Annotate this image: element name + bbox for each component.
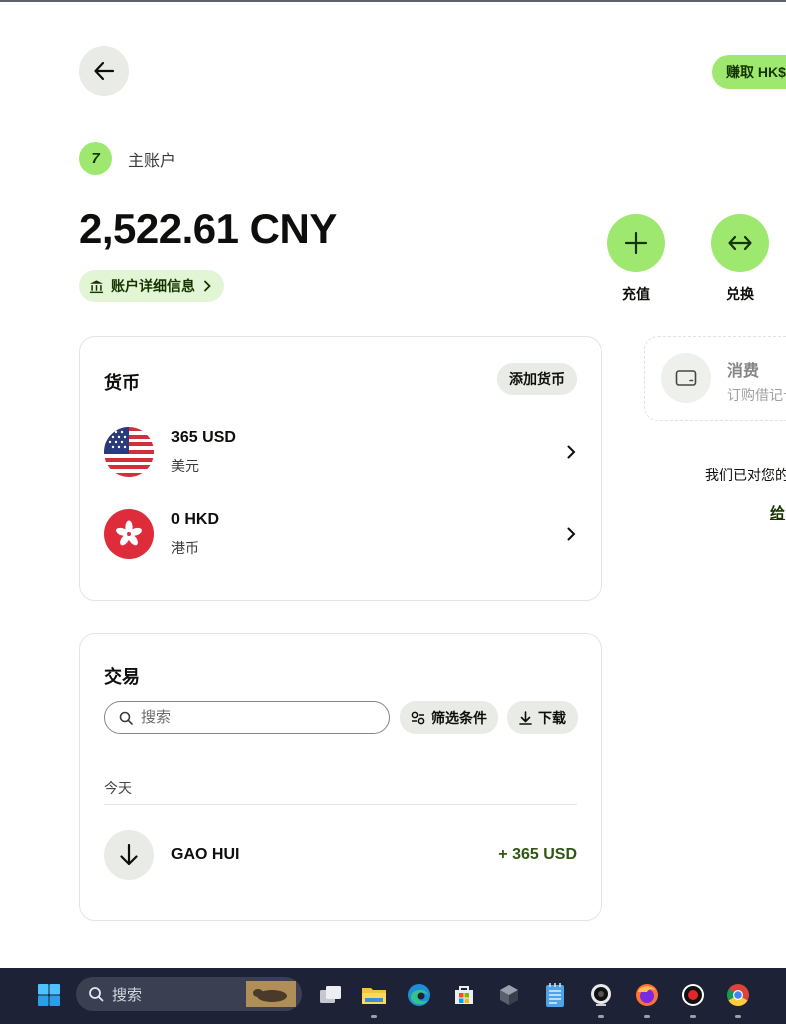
currencies-title: 货币 xyxy=(104,373,140,393)
currency-row-usd[interactable]: 365 USD 美元 xyxy=(104,424,577,480)
date-divider xyxy=(104,804,577,805)
search-icon xyxy=(89,987,104,1002)
currency-name: 美元 xyxy=(171,457,199,474)
cube-app-icon xyxy=(500,985,518,1005)
task-view-icon xyxy=(320,986,341,1003)
notice-link[interactable]: 给 xyxy=(770,502,786,523)
webcam-icon xyxy=(591,984,611,1006)
download-label: 下载 xyxy=(538,709,566,726)
account-header: 7 主账户 xyxy=(79,142,176,175)
add-money-label: 充值 xyxy=(622,286,650,302)
recorder-button[interactable] xyxy=(676,978,710,1018)
filter-icon xyxy=(411,711,425,724)
exchange-icon xyxy=(728,235,752,251)
start-button[interactable] xyxy=(32,978,66,1012)
transaction-name: GAO HUI xyxy=(171,846,240,863)
store-icon xyxy=(455,986,473,1004)
plus-icon xyxy=(624,231,648,255)
spend-card[interactable]: 消费 订购借记卡 xyxy=(644,336,786,421)
currency-row-hkd[interactable]: 0 HKD 港币 xyxy=(104,506,577,562)
notepad-button[interactable] xyxy=(538,978,572,1012)
transaction-search-input[interactable] xyxy=(141,709,361,726)
convert-label: 兑换 xyxy=(726,286,754,302)
currency-amount: 365 USD xyxy=(171,428,236,446)
window-top-border xyxy=(0,0,786,2)
account-details-label: 账户详细信息 xyxy=(111,278,195,294)
windows-logo-icon xyxy=(38,984,60,1006)
camera-app-button[interactable] xyxy=(584,978,618,1018)
incoming-transfer-avatar xyxy=(104,830,154,880)
transaction-amount: + 365 USD xyxy=(498,846,577,863)
arrow-left-icon xyxy=(94,61,115,81)
account-label: 主账户 xyxy=(128,152,177,170)
bank-icon xyxy=(89,279,104,293)
search-icon xyxy=(119,711,133,725)
account-details-button[interactable]: 账户详细信息 xyxy=(79,270,224,302)
chevron-right-icon xyxy=(567,527,576,541)
download-button[interactable]: 下载 xyxy=(507,701,578,734)
us-flag-icon xyxy=(104,427,154,477)
firefox-icon xyxy=(636,984,658,1006)
app-button-3d[interactable] xyxy=(492,978,526,1012)
transaction-search[interactable] xyxy=(104,701,390,734)
transactions-card: 交易 筛选条件 下载 今天 GAO HUI + 365 USD xyxy=(79,633,602,921)
convert-action[interactable]: 兑换 xyxy=(710,214,770,304)
firefox-button[interactable] xyxy=(630,978,664,1018)
account-balance: 2,522.61 CNY xyxy=(79,205,337,252)
filter-button[interactable]: 筛选条件 xyxy=(400,701,498,734)
file-explorer-button[interactable] xyxy=(357,978,391,1018)
transactions-title: 交易 xyxy=(104,667,140,687)
spend-subtitle: 订购借记卡 xyxy=(727,387,786,403)
running-indicator xyxy=(690,1015,696,1018)
notepad-icon xyxy=(546,983,564,1007)
hk-flag-icon xyxy=(104,509,154,559)
wise-logo-icon: 7 xyxy=(79,142,112,175)
back-button[interactable] xyxy=(79,46,129,96)
date-group-label: 今天 xyxy=(104,780,132,796)
running-indicator xyxy=(735,1015,741,1018)
transaction-row[interactable]: GAO HUI + 365 USD xyxy=(104,827,577,883)
currency-amount: 0 HKD xyxy=(171,510,220,528)
card-icon xyxy=(661,353,711,403)
edge-button[interactable] xyxy=(402,978,436,1012)
currencies-card: 货币 添加货币 365 USD 美元 0 HKD 港币 xyxy=(79,336,602,601)
add-money-action[interactable]: 充值 xyxy=(606,214,666,304)
add-money-button[interactable] xyxy=(607,214,665,272)
download-icon xyxy=(519,710,532,725)
chevron-right-icon xyxy=(204,280,211,292)
chrome-button[interactable] xyxy=(721,978,755,1018)
chevron-right-icon xyxy=(567,445,576,459)
folder-icon xyxy=(362,988,386,1004)
filter-label: 筛选条件 xyxy=(431,709,487,726)
running-indicator xyxy=(371,1015,377,1018)
store-button[interactable] xyxy=(447,978,481,1012)
currency-name: 港币 xyxy=(171,539,199,556)
earn-button[interactable]: 赚取 HK$ xyxy=(712,55,786,89)
spend-title: 消费 xyxy=(727,363,760,380)
add-currency-button[interactable]: 添加货币 xyxy=(497,363,577,395)
record-icon xyxy=(682,984,704,1006)
convert-button[interactable] xyxy=(711,214,769,272)
edge-browser-icon xyxy=(408,984,430,1006)
running-indicator xyxy=(644,1015,650,1018)
taskbar-search-placeholder: 搜索 xyxy=(112,986,143,1004)
task-view-button[interactable] xyxy=(314,978,348,1012)
running-indicator xyxy=(598,1015,604,1018)
arrow-down-icon xyxy=(120,844,138,866)
chrome-icon xyxy=(727,984,749,1006)
taskbar-search[interactable]: 搜索 xyxy=(76,977,302,1011)
search-highlight-image xyxy=(246,981,296,1007)
notice-text: 我们已对您的 xyxy=(705,467,786,483)
taskbar: 搜索 xyxy=(0,968,786,1024)
